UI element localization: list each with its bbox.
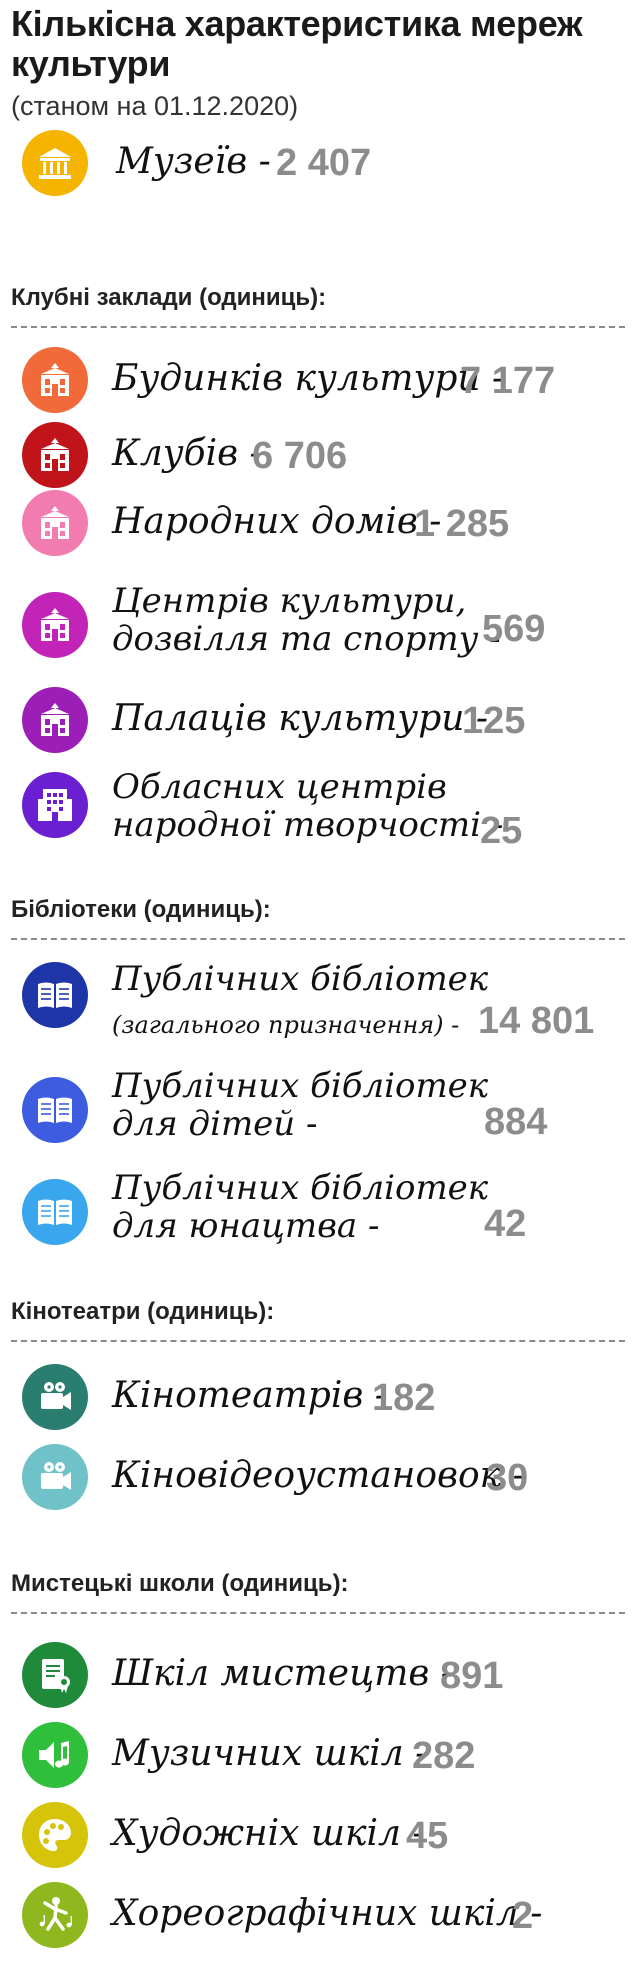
libraries-divider xyxy=(11,938,625,940)
item-value: 14 801 xyxy=(478,1000,595,1042)
item-value: 6 706 xyxy=(252,435,348,477)
list-item: Публічних бібліотек для дітей - 884 xyxy=(0,1065,636,1155)
palette-icon xyxy=(22,1802,88,1868)
movie-camera-icon xyxy=(22,1444,88,1510)
cinemas-divider xyxy=(11,1340,625,1342)
item-label: Художніх шкіл - xyxy=(112,1813,425,1854)
item-value: 884 xyxy=(484,1101,548,1143)
item-label: Будинків культури - xyxy=(112,358,505,399)
clubs-divider xyxy=(11,326,625,328)
item-label-line1: Центрів культури, xyxy=(112,581,467,621)
item-label: Народних домів - xyxy=(112,501,442,542)
building-icon xyxy=(22,422,88,488)
item-label-line2: (загального призначення) - xyxy=(112,1011,460,1039)
item-value: 125 xyxy=(462,700,526,742)
item-value: 182 xyxy=(372,1377,436,1419)
libraries-heading: Бібліотеки (одиниць): xyxy=(11,896,271,923)
office-building-icon xyxy=(22,772,88,838)
cinemas-heading: Кінотеатри (одиниць): xyxy=(11,1298,275,1325)
item-value: 45 xyxy=(406,1815,449,1857)
item-label-line1: Публічних бібліотек xyxy=(112,1168,489,1208)
clubs-heading: Клубні заклади (одиниць): xyxy=(11,284,327,311)
item-label-line1: Публічних бібліотек xyxy=(112,1066,489,1106)
list-item: Кіновідеоустановок - 30 xyxy=(0,1442,636,1512)
list-item: Шкіл мистецтв - 891 xyxy=(0,1640,636,1710)
item-label: Кіновідеоустановок - xyxy=(112,1455,525,1496)
music-speaker-icon xyxy=(22,1722,88,1788)
museum-icon xyxy=(22,130,88,196)
item-label: Шкіл мистецтв - xyxy=(112,1653,453,1694)
item-label-line2: народної творчості - xyxy=(112,805,504,845)
item-value: 282 xyxy=(412,1735,476,1777)
list-item: Будинків культури - 7 177 xyxy=(0,345,636,415)
item-value: 42 xyxy=(484,1203,527,1245)
book-icon xyxy=(22,1179,88,1245)
list-item: Музичних шкіл - 282 xyxy=(0,1720,636,1790)
item-label-line2: дозвілля та спорту - xyxy=(112,619,501,659)
list-item: Народних домів - 1 285 xyxy=(0,488,636,558)
art-schools-divider xyxy=(11,1612,625,1614)
list-item: Публічних бібліотек для юнацтва - 42 xyxy=(0,1167,636,1257)
list-item: Публічних бібліотек (загального призначе… xyxy=(0,960,636,1050)
item-label-line1: Обласних центрів xyxy=(112,767,447,807)
movie-camera-icon xyxy=(22,1364,88,1430)
certificate-icon xyxy=(22,1642,88,1708)
museums-value: 2 407 xyxy=(276,142,372,184)
list-item: Палаців культури - 125 xyxy=(0,685,636,755)
item-label: Музичних шкіл - xyxy=(112,1733,428,1774)
item-value: 1 285 xyxy=(414,503,510,545)
list-item: Художніх шкіл - 45 xyxy=(0,1800,636,1870)
item-label: Клубів - xyxy=(112,433,262,474)
item-value: 2 xyxy=(512,1895,534,1937)
building-icon xyxy=(22,490,88,556)
item-label: Кінотеатрів - xyxy=(112,1375,387,1416)
dancer-icon xyxy=(22,1882,88,1948)
list-item: Клубів - 6 706 xyxy=(0,420,636,490)
list-item: Хореографічних шкіл - 2 xyxy=(0,1880,636,1950)
building-icon xyxy=(22,347,88,413)
page-subtitle: (станом на 01.12.2020) xyxy=(11,91,299,121)
list-item: Центрів культури, дозвілля та спорту - 5… xyxy=(0,580,636,668)
building-icon xyxy=(22,687,88,753)
item-label: Хореографічних шкіл - xyxy=(112,1893,543,1934)
item-value: 30 xyxy=(486,1457,529,1499)
item-label-line1: Публічних бібліотек xyxy=(112,959,489,999)
art-schools-heading: Мистецькі школи (одиниць): xyxy=(11,1570,349,1597)
item-label-line2: для дітей - xyxy=(112,1104,318,1144)
book-icon xyxy=(22,1077,88,1143)
museums-row: Музеїв - 2 407 xyxy=(0,128,636,198)
list-item: Обласних центрів народної творчості - 25 xyxy=(0,766,636,854)
item-value: 891 xyxy=(440,1655,504,1697)
list-item: Кінотеатрів - 182 xyxy=(0,1362,636,1432)
item-value: 569 xyxy=(482,608,546,650)
item-label-line2: для юнацтва - xyxy=(112,1206,380,1246)
item-value: 7 177 xyxy=(460,360,556,402)
page-title: Кількісна характеристика мереж культури xyxy=(11,3,583,84)
item-value: 25 xyxy=(480,810,523,852)
book-icon xyxy=(22,962,88,1028)
building-icon xyxy=(22,592,88,658)
item-label: Палаців культури - xyxy=(112,698,489,739)
museums-label: Музеїв - xyxy=(116,141,271,182)
